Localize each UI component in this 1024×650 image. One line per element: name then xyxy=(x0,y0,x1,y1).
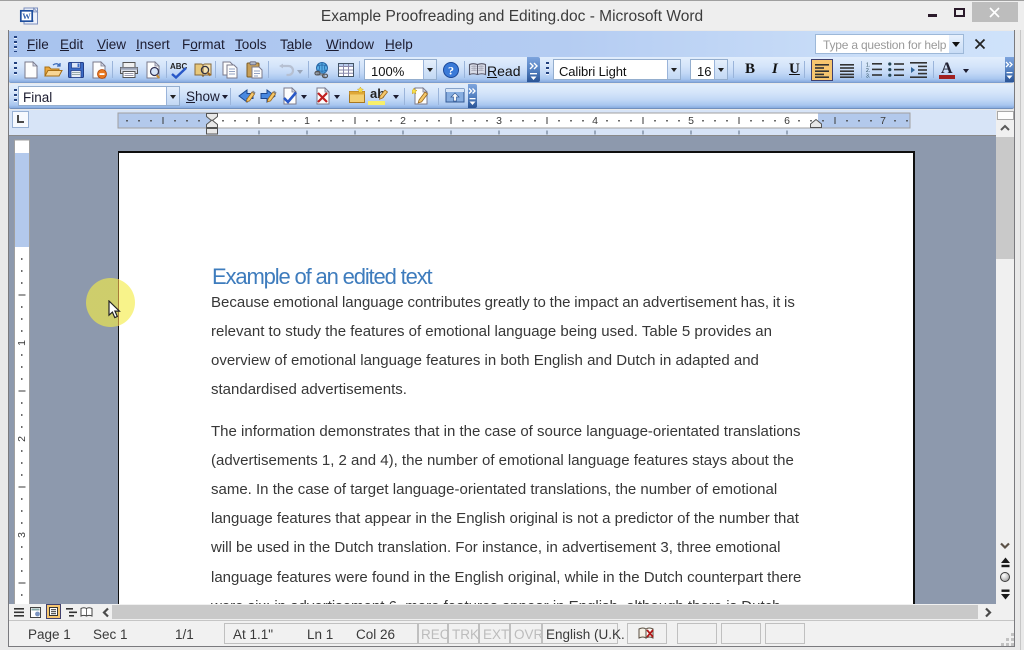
svg-text:7: 7 xyxy=(880,115,886,127)
svg-text:4: 4 xyxy=(592,115,598,127)
svg-text:?: ? xyxy=(448,64,454,78)
svg-text:3: 3 xyxy=(16,532,28,538)
svg-text:W: W xyxy=(22,11,31,21)
svg-text:3.: 3. xyxy=(866,74,870,79)
svg-text:3: 3 xyxy=(496,115,502,127)
svg-text:5: 5 xyxy=(688,115,694,127)
svg-text:6: 6 xyxy=(784,115,790,127)
svg-text:2: 2 xyxy=(16,436,28,442)
svg-text:2: 2 xyxy=(400,115,406,127)
svg-text:1: 1 xyxy=(16,340,28,346)
svg-text:1: 1 xyxy=(304,115,310,127)
